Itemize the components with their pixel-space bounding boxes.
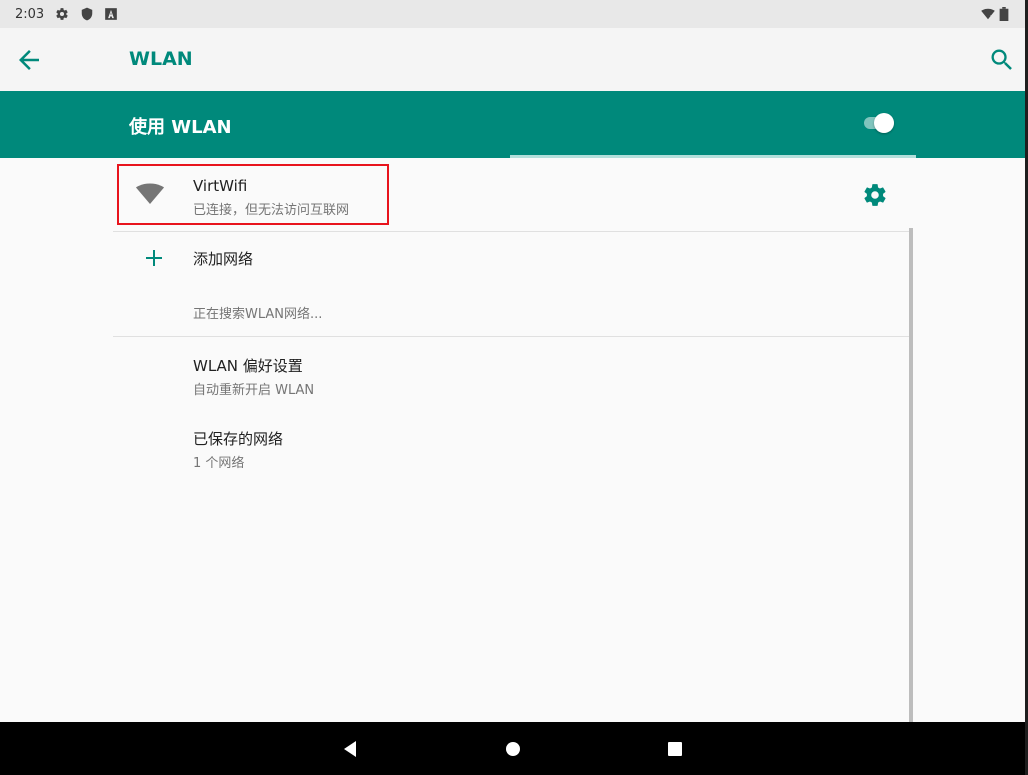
search-icon[interactable] xyxy=(988,46,1016,74)
page-title: WLAN xyxy=(129,48,193,70)
wifi-signal-icon xyxy=(981,8,995,20)
status-bar: 2:03 xyxy=(0,0,1025,28)
plus-icon xyxy=(146,250,162,266)
add-network-label: 添加网络 xyxy=(193,250,254,268)
scanning-text: 正在搜索WLAN网络... xyxy=(193,307,323,322)
pref-title: WLAN 偏好设置 xyxy=(193,357,303,375)
recents-square-icon[interactable] xyxy=(664,738,686,760)
battery-icon xyxy=(999,7,1009,21)
saved-networks-item[interactable]: 已保存的网络 1 个网络 xyxy=(113,415,913,479)
highlight-box xyxy=(117,164,389,225)
toggle-thumb xyxy=(874,113,894,133)
arrow-back-icon[interactable] xyxy=(14,45,44,75)
wlan-switch-label: 使用 WLAN xyxy=(129,117,232,138)
network-item-virtwifi[interactable]: VirtWifi 已连接，但无法访问互联网 xyxy=(113,158,913,231)
pref-title: 已保存的网络 xyxy=(193,430,284,448)
scrollbar[interactable] xyxy=(909,228,913,722)
wlan-preferences-item[interactable]: WLAN 偏好设置 自动重新开启 WLAN xyxy=(113,342,913,406)
pref-subtitle: 自动重新开启 WLAN xyxy=(193,383,315,398)
status-time: 2:03 xyxy=(15,7,45,22)
gear-icon xyxy=(56,8,68,20)
divider xyxy=(113,336,913,337)
wlan-master-switch-bar[interactable]: 使用 WLAN xyxy=(0,91,1025,155)
wlan-toggle[interactable] xyxy=(862,111,896,135)
shield-icon xyxy=(81,7,93,21)
wifi-settings-screen: 2:03 WLAN 使用 WLAN VirtWifi 已连接，但无法访问互联网 … xyxy=(0,0,1025,775)
app-bar: WLAN xyxy=(0,28,1025,91)
a-badge-icon xyxy=(105,8,117,20)
navigation-bar xyxy=(0,722,1025,775)
home-circle-icon[interactable] xyxy=(502,738,524,760)
add-network-button[interactable]: 添加网络 xyxy=(113,232,913,284)
gear-icon[interactable] xyxy=(862,182,888,208)
back-triangle-icon[interactable] xyxy=(340,738,362,760)
pref-subtitle: 1 个网络 xyxy=(193,456,245,471)
